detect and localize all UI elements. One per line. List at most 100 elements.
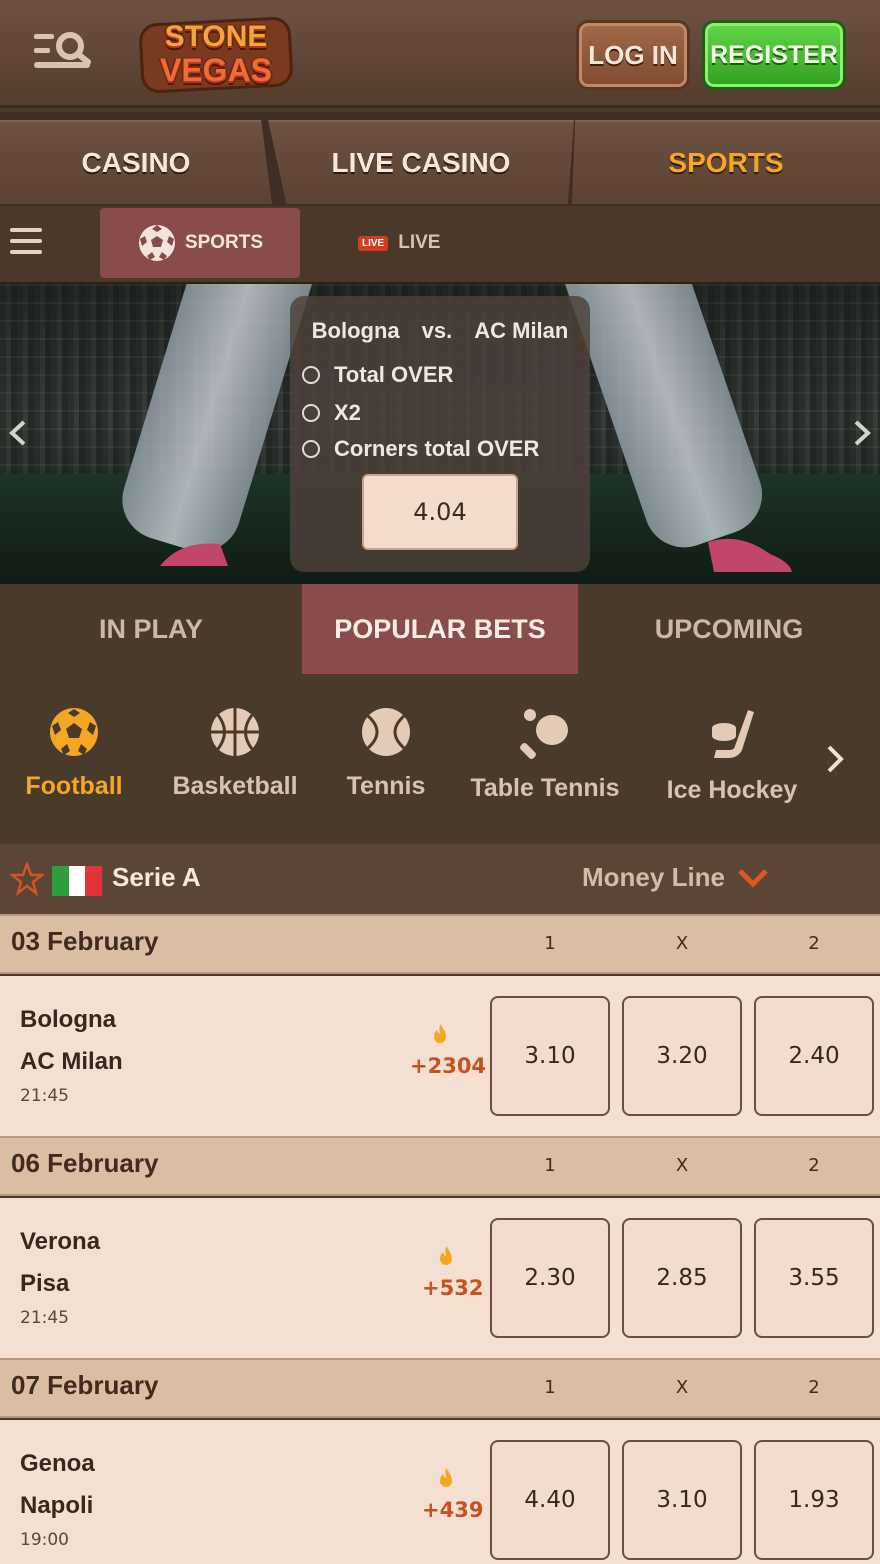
market-selector-label: Money Line <box>582 862 726 892</box>
nav-tab-live-casino[interactable]: LIVE CASINO <box>268 120 574 204</box>
date-header: 03 February 1 X 2 <box>0 914 880 974</box>
sport-ice-hockey[interactable]: Ice Hockey <box>664 706 800 805</box>
odds-button-x[interactable]: 3.20 <box>622 996 742 1116</box>
home-team: Genoa <box>20 1450 95 1477</box>
odds-button-x[interactable]: 2.85 <box>622 1218 742 1338</box>
bets-count: +2304 <box>410 1054 487 1078</box>
ice-hockey-icon <box>712 710 754 758</box>
column-header-1: 1 <box>544 1155 556 1176</box>
sub-tab-sports[interactable]: SPORTS <box>100 208 300 278</box>
match-row[interactable]: Verona Pisa 21:45 +532 2.30 2.85 3.55 <box>0 1198 880 1360</box>
hamburger-menu-icon[interactable] <box>10 228 42 260</box>
radio-icon <box>302 440 320 458</box>
tennis-icon <box>362 708 410 756</box>
date-label: 07 February <box>11 1370 159 1400</box>
banner-option-label: X2 <box>334 400 361 425</box>
banner-next-arrow-icon[interactable] <box>850 418 874 448</box>
favorite-star-icon[interactable] <box>10 862 44 896</box>
fire-icon <box>440 1468 452 1487</box>
bet-tabs: IN PLAY POPULAR BETS UPCOMING <box>0 584 880 674</box>
bets-count: +439 <box>422 1498 484 1522</box>
register-button[interactable]: REGISTER <box>702 20 846 90</box>
banner-option[interactable]: X2 <box>302 400 361 426</box>
search-menu-icon[interactable] <box>30 28 96 78</box>
odds-button-2[interactable]: 3.55 <box>754 1218 874 1338</box>
sport-tennis[interactable]: Tennis <box>336 706 436 801</box>
odds-button-1[interactable]: 4.40 <box>490 1440 610 1560</box>
left-boot-image <box>160 543 228 566</box>
banner-option-label: Corners total OVER <box>334 436 540 461</box>
banner-option[interactable]: Corners total OVER <box>302 436 539 462</box>
away-team: Napoli <box>20 1492 94 1519</box>
column-header-x: X <box>675 933 689 954</box>
banner-vs: vs. <box>421 318 453 343</box>
column-header-x: X <box>675 1155 689 1176</box>
stone-vegas-logo[interactable]: STONE VEGAS <box>132 14 300 96</box>
sport-label: Ice Hockey <box>666 776 798 804</box>
match-time: 21:45 <box>20 1308 69 1328</box>
football-icon <box>50 708 98 756</box>
away-team: Pisa <box>20 1270 70 1297</box>
radio-icon <box>302 366 320 384</box>
sub-tab-live-label: LIVE <box>398 232 441 253</box>
banner-odds-button[interactable]: 4.04 <box>362 474 518 550</box>
sub-tab-sports-label: SPORTS <box>184 232 264 253</box>
tab-popular-bets[interactable]: POPULAR BETS <box>302 584 578 674</box>
login-button[interactable]: LOG IN <box>576 20 690 90</box>
column-header-x: X <box>675 1377 689 1398</box>
nav-tab-sports[interactable]: SPORTS <box>572 120 880 204</box>
chevron-down-icon <box>738 868 768 888</box>
sub-nav: SPORTS LIVE LIVE <box>0 206 880 284</box>
odds-button-2[interactable]: 1.93 <box>754 1440 874 1560</box>
nav-tab-casino[interactable]: CASINO <box>0 120 272 204</box>
banner-option-label: Total OVER <box>334 362 454 387</box>
match-row[interactable]: Bologna AC Milan 21:45 +2304 3.10 3.20 2… <box>0 976 880 1138</box>
main-nav: CASINO LIVE CASINO SPORTS <box>0 112 880 206</box>
match-row[interactable]: Genoa Napoli 19:00 +439 4.40 3.10 1.93 <box>0 1420 880 1564</box>
fire-icon <box>440 1246 452 1265</box>
live-badge: LIVE <box>358 235 389 251</box>
date-header: 06 February 1 X 2 <box>0 1136 880 1196</box>
column-header-2: 2 <box>808 933 820 954</box>
match-time: 19:00 <box>20 1530 69 1550</box>
sport-football[interactable]: Football <box>24 706 124 801</box>
sport-basketball[interactable]: Basketball <box>170 706 300 801</box>
logo-line-2: VEGAS <box>159 52 273 88</box>
league-name: Serie A <box>112 862 201 892</box>
odds-button-2[interactable]: 2.40 <box>754 996 874 1116</box>
match-time: 21:45 <box>20 1086 69 1106</box>
soccer-ball-icon <box>138 225 175 261</box>
sports-filter-row: Football Basketball Tennis Table Tennis … <box>0 674 880 844</box>
radio-icon <box>302 404 320 422</box>
banner-home-team: Bologna <box>311 318 400 343</box>
odds-button-1[interactable]: 2.30 <box>490 1218 610 1338</box>
away-team: AC Milan <box>20 1048 123 1075</box>
column-header-2: 2 <box>808 1155 820 1176</box>
table-tennis-icon <box>520 709 568 759</box>
sport-label: Tennis <box>346 772 426 800</box>
column-header-1: 1 <box>544 1377 556 1398</box>
banner-option[interactable]: Total OVER <box>302 362 453 388</box>
league-header: Serie A Money Line <box>0 844 880 916</box>
home-team: Bologna <box>20 1006 116 1033</box>
sport-label: Table Tennis <box>470 774 620 802</box>
sub-tab-live[interactable]: LIVE LIVE <box>358 228 440 258</box>
sport-table-tennis[interactable]: Table Tennis <box>470 706 620 803</box>
banner-prev-arrow-icon[interactable] <box>6 418 30 448</box>
home-team: Verona <box>20 1228 101 1255</box>
date-header: 07 February 1 X 2 <box>0 1358 880 1418</box>
bets-count: +532 <box>422 1276 484 1300</box>
tab-upcoming[interactable]: UPCOMING <box>578 584 880 674</box>
top-header: STONE VEGAS LOG IN REGISTER <box>0 0 880 108</box>
tab-in-play[interactable]: IN PLAY <box>0 584 302 674</box>
date-label: 06 February <box>11 1148 159 1178</box>
odds-button-x[interactable]: 3.10 <box>622 1440 742 1560</box>
sport-label: Basketball <box>172 772 298 800</box>
banner-away-team: AC Milan <box>474 318 569 343</box>
sports-next-arrow-icon[interactable] <box>822 742 848 776</box>
fire-icon <box>434 1024 446 1043</box>
market-selector[interactable]: Money Line <box>582 862 769 893</box>
column-header-1: 1 <box>544 933 556 954</box>
odds-button-1[interactable]: 3.10 <box>490 996 610 1116</box>
italy-flag-icon <box>52 866 103 896</box>
